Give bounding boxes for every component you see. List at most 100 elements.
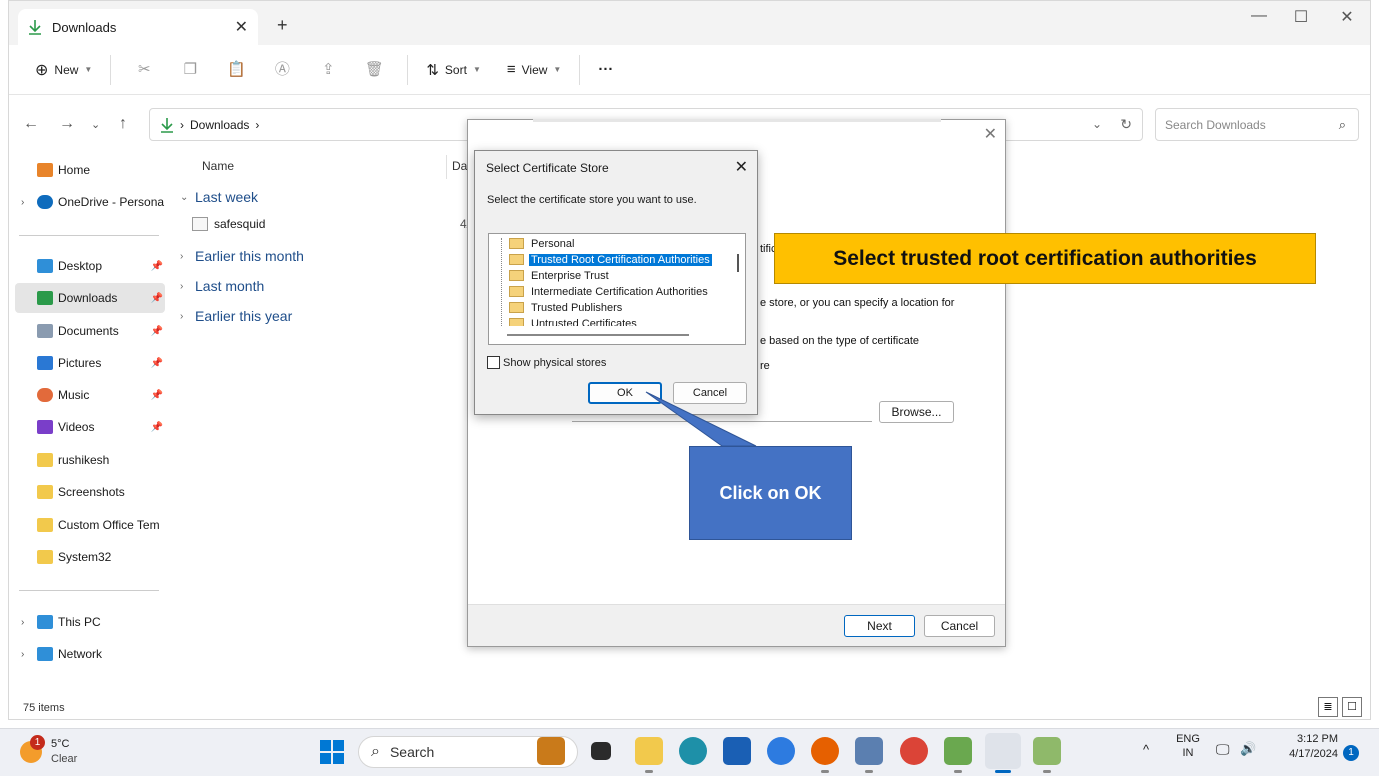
sidebar-item-rushikesh[interactable]: rushikesh <box>15 445 165 475</box>
sidebar-item-videos[interactable]: Videos 📌 <box>15 412 165 442</box>
next-button[interactable]: Next <box>844 615 915 637</box>
task-view-icon[interactable] <box>591 742 611 760</box>
network-manager-icon[interactable] <box>855 737 883 765</box>
tiles-view-icon[interactable]: ☐ <box>1342 697 1362 717</box>
maximize-button[interactable]: ☐ <box>1281 7 1321 27</box>
sidebar-item-music[interactable]: Music 📌 <box>15 380 165 410</box>
file-explorer-icon[interactable] <box>635 737 663 765</box>
forward-arrow-icon[interactable]: → <box>59 115 75 133</box>
folder-icon <box>37 518 53 532</box>
sort-button[interactable]: ⇅ Sort ▼ <box>418 54 489 86</box>
sidebar-item-system32[interactable]: System32 <box>15 542 165 572</box>
scrollbar-thumb[interactable] <box>737 254 739 272</box>
close-window-button[interactable]: ✕ <box>1327 7 1367 27</box>
store-trusted-publishers[interactable]: Trusted Publishers <box>509 300 624 315</box>
sidebar-item-label: Downloads <box>58 291 118 305</box>
wizard-cancel-button[interactable]: Cancel <box>924 615 995 637</box>
store-personal[interactable]: Personal <box>509 236 576 251</box>
sidebar-item-screenshots[interactable]: Screenshots <box>15 477 165 507</box>
region-code: IN <box>1182 747 1194 759</box>
certificate-store-tree[interactable]: Personal Trusted Root Certification Auth… <box>488 233 746 345</box>
breadcrumb-downloads[interactable]: Downloads <box>190 118 249 132</box>
minimize-button[interactable]: — <box>1239 7 1279 25</box>
music-icon <box>37 388 53 402</box>
store-enterprise-trust[interactable]: Enterprise Trust <box>509 268 611 283</box>
back-arrow-icon[interactable]: ← <box>23 115 39 133</box>
sidebar-item-label: Screenshots <box>58 485 125 499</box>
sidebar-item-documents[interactable]: Documents 📌 <box>15 316 165 346</box>
sidebar-item-downloads[interactable]: Downloads 📌 <box>15 283 165 313</box>
vertical-scrollbar[interactable] <box>735 238 741 328</box>
close-icon[interactable]: ✕ <box>735 157 748 177</box>
details-view-icon[interactable]: ≣ <box>1318 697 1338 717</box>
notification-badge[interactable]: 1 <box>1343 745 1359 761</box>
close-tab-icon[interactable]: ✕ <box>235 17 248 37</box>
file-list: Name Dat ⌄ Last week safesquid 4/8 › Ear… <box>174 151 494 551</box>
network-icon[interactable]: 🖵 <box>1216 741 1230 758</box>
group-header-earlier-this-year[interactable]: › Earlier this year <box>180 308 292 324</box>
thunderbird-icon[interactable] <box>767 737 795 765</box>
view-label: View <box>521 62 548 77</box>
close-icon[interactable]: ✕ <box>984 124 997 144</box>
store-intermediate[interactable]: Intermediate Certification Authorities <box>509 284 710 299</box>
new-tab-button[interactable]: + <box>277 15 288 36</box>
chrome-icon[interactable] <box>900 737 928 765</box>
paste-icon[interactable]: 📋 <box>220 54 252 86</box>
tab-downloads[interactable]: Downloads ✕ <box>18 9 258 45</box>
volume-icon[interactable]: 🔊 <box>1240 741 1256 757</box>
share-icon[interactable]: ⇪ <box>312 54 344 86</box>
sidebar-item-this-pc[interactable]: › This PC <box>15 607 165 637</box>
refresh-icon[interactable]: ↻ <box>1120 116 1132 133</box>
sidebar-item-custom-office-templates[interactable]: Custom Office Tem <box>15 510 165 540</box>
edge-browser-icon[interactable] <box>679 737 707 765</box>
chevron-right-icon[interactable]: › <box>21 617 35 628</box>
certificate-import-icon[interactable] <box>1033 737 1061 765</box>
browse-button[interactable]: Browse... <box>879 401 954 423</box>
up-arrow-icon[interactable]: ↑ <box>119 115 127 133</box>
hidden-icons-chevron-icon[interactable]: ^ <box>1143 742 1149 757</box>
start-button[interactable] <box>320 740 344 764</box>
sidebar-item-pictures[interactable]: Pictures 📌 <box>15 348 165 378</box>
firefox-icon[interactable] <box>811 737 839 765</box>
view-button[interactable]: ≡ View ▼ <box>499 54 569 86</box>
sidebar-item-desktop[interactable]: Desktop 📌 <box>15 251 165 281</box>
chevron-right-icon[interactable]: › <box>21 197 35 208</box>
new-button[interactable]: ⊕ New ▼ <box>27 54 100 86</box>
store-trusted-root[interactable]: Trusted Root Certification Authorities <box>509 252 712 267</box>
address-dropdown-icon[interactable]: ⌄ <box>1092 117 1102 131</box>
file-row-safesquid[interactable]: safesquid 4/8 <box>192 217 477 231</box>
sidebar-item-onedrive[interactable]: › OneDrive - Persona <box>15 187 165 217</box>
active-indicator <box>995 770 1011 773</box>
more-options-button[interactable]: ··· <box>590 54 621 86</box>
group-header-last-week[interactable]: ⌄ Last week <box>180 189 258 205</box>
rename-icon[interactable]: Ⓐ <box>266 54 298 86</box>
certificate-manager-icon[interactable] <box>944 737 972 765</box>
status-bar: 75 items <box>9 697 1370 719</box>
cut-icon[interactable]: ✂ <box>128 54 160 86</box>
toolbox-app-icon[interactable] <box>537 737 565 765</box>
wizard-footer: Next Cancel <box>468 604 1005 646</box>
toolbar-divider <box>579 54 581 85</box>
horizontal-scrollbar[interactable] <box>507 334 689 336</box>
checkbox-label: Show physical stores <box>503 356 607 369</box>
copy-icon[interactable]: ❐ <box>174 54 206 86</box>
store-app-icon[interactable] <box>723 737 751 765</box>
store-label: Intermediate Certification Authorities <box>531 285 708 298</box>
group-header-earlier-this-month[interactable]: › Earlier this month <box>180 248 304 264</box>
certificate-wizard-app-icon[interactable] <box>985 733 1021 769</box>
delete-icon[interactable]: 🗑 <box>358 54 390 86</box>
language-indicator[interactable]: ENG IN <box>1172 733 1204 759</box>
search-input[interactable]: Search Downloads ⌕ <box>1155 108 1359 141</box>
clock[interactable]: 3:12 PM 4/17/2024 <box>1270 733 1338 760</box>
group-header-last-month[interactable]: › Last month <box>180 278 264 294</box>
weather-widget[interactable]: 1 5°C Clear <box>16 735 106 771</box>
chevron-right-icon[interactable]: › <box>21 649 35 660</box>
checkbox-box[interactable] <box>487 356 500 369</box>
sidebar-item-home[interactable]: Home <box>15 155 165 185</box>
sidebar-item-label: rushikesh <box>58 453 110 467</box>
sidebar-item-network[interactable]: › Network <box>15 639 165 669</box>
column-header-name[interactable]: Name <box>202 159 234 173</box>
show-physical-stores-checkbox[interactable]: Show physical stores <box>487 356 606 369</box>
new-label: New <box>54 62 79 77</box>
recent-locations-icon[interactable]: ⌄ <box>91 118 100 131</box>
